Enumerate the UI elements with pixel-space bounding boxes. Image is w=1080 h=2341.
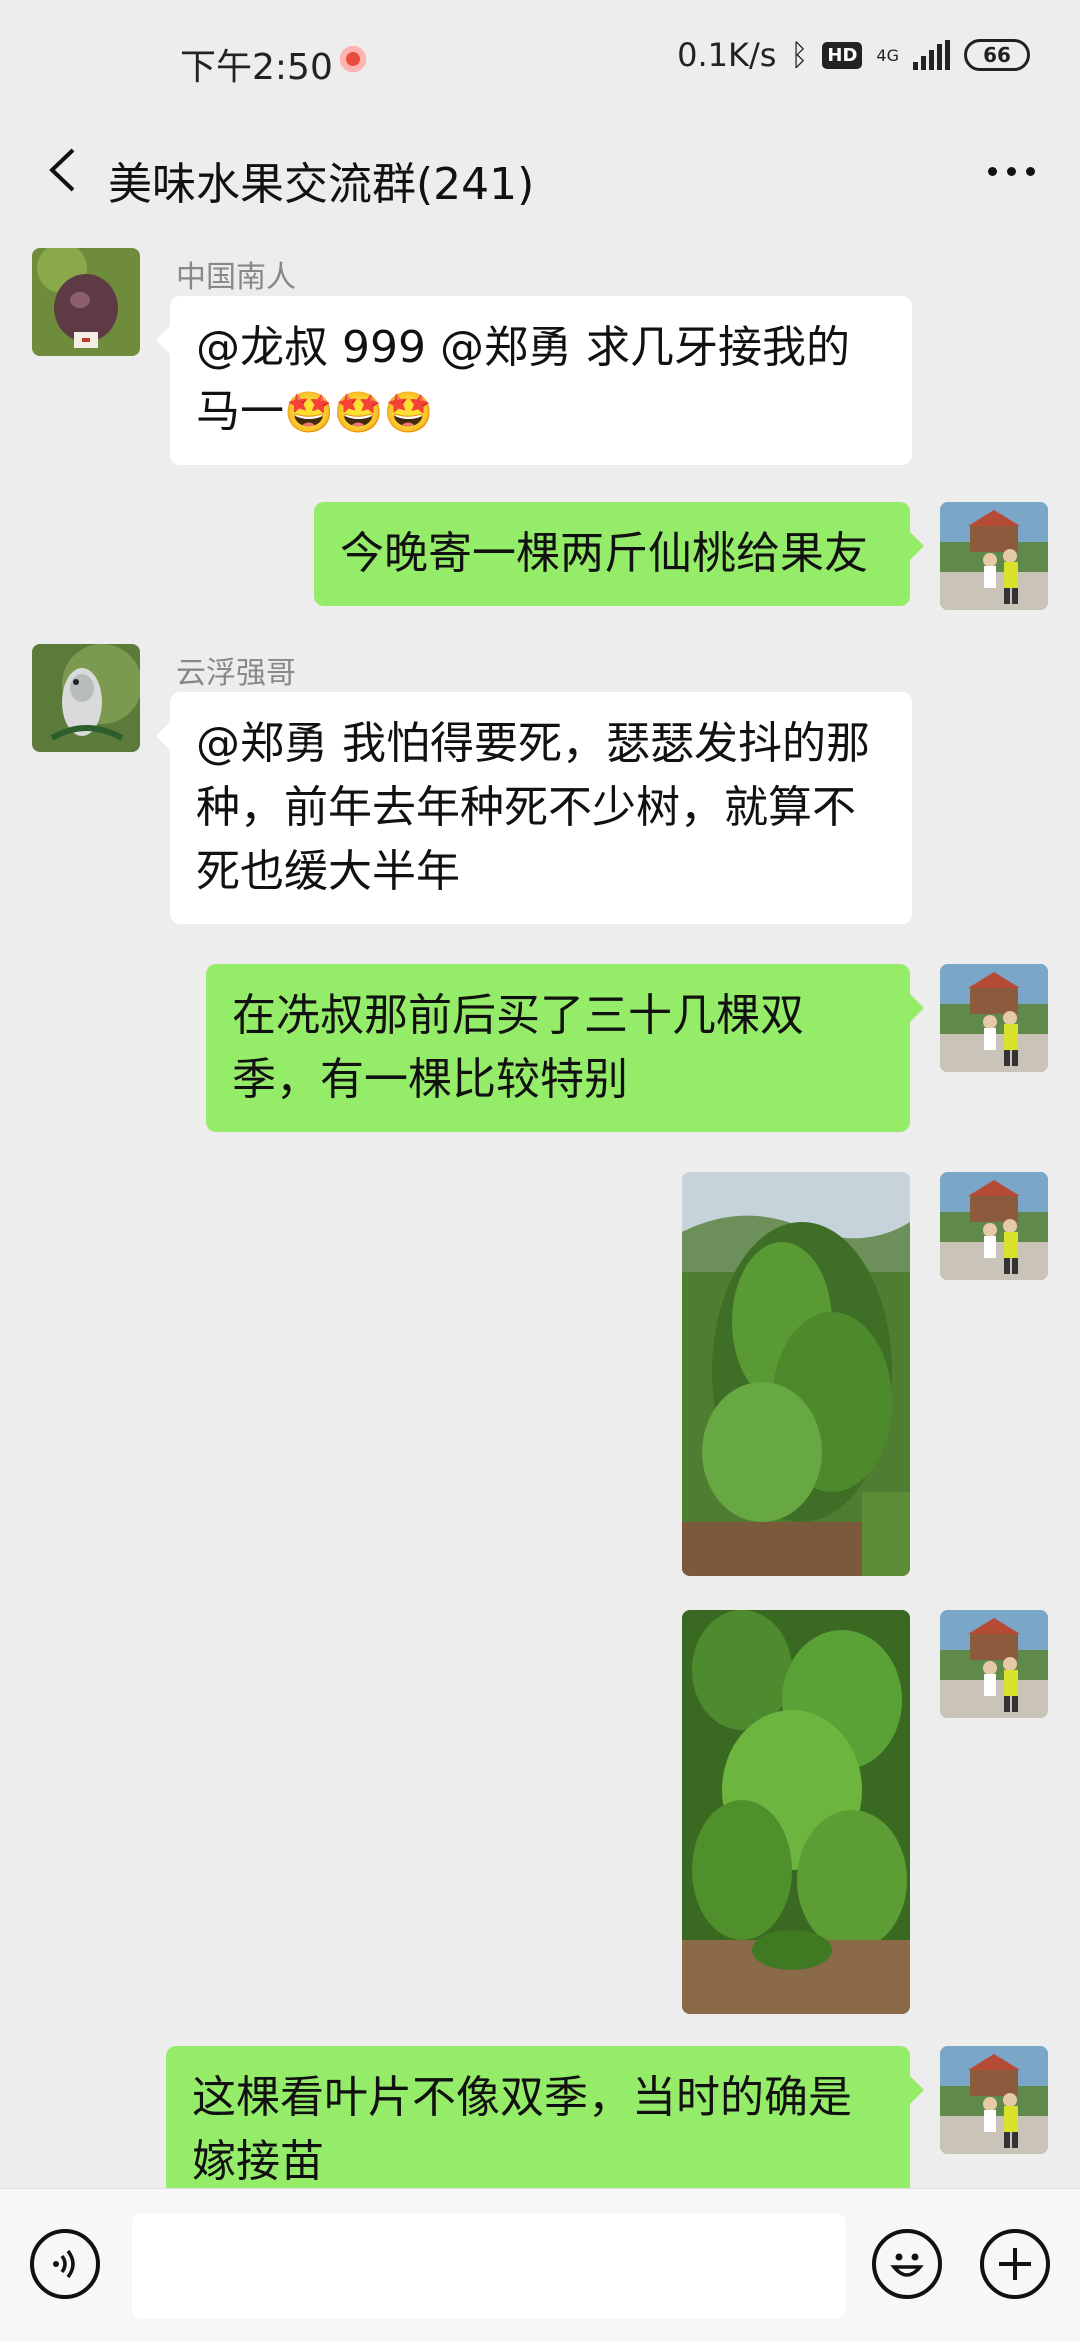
message-text: 在冼叔那前后买了三十几棵双季，有一棵比较特别 bbox=[232, 990, 804, 1105]
sender-name: 云浮强哥 bbox=[176, 656, 296, 691]
image-message[interactable] bbox=[682, 1172, 910, 1576]
more-button[interactable] bbox=[976, 146, 1046, 196]
bluetooth-icon: ᛒ bbox=[790, 37, 809, 73]
avatar[interactable] bbox=[940, 964, 1048, 1072]
chat-title: 美味水果交流群(241) bbox=[108, 159, 535, 210]
input-bar bbox=[0, 2188, 1080, 2341]
network-type: 4G bbox=[876, 45, 899, 65]
battery-indicator: 66 bbox=[964, 39, 1030, 71]
avatar[interactable] bbox=[940, 1172, 1048, 1280]
chevron-left-icon bbox=[49, 148, 75, 192]
chat-area[interactable]: 中国南人 @龙叔 999 @郑勇 求几牙接我的马一🤩🤩🤩 今晚寄一棵两斤仙桃给果… bbox=[0, 220, 1080, 2188]
plus-button[interactable] bbox=[980, 2229, 1050, 2299]
back-button[interactable] bbox=[36, 144, 88, 196]
voice-button[interactable] bbox=[30, 2229, 100, 2299]
more-dots-icon bbox=[987, 166, 997, 176]
avatar[interactable] bbox=[32, 248, 140, 356]
sender-name: 中国南人 bbox=[176, 260, 296, 295]
message-bubble[interactable]: @郑勇 我怕得要死，瑟瑟发抖的那种，前年去年种死不少树，就算不死也缓大半年 bbox=[156, 692, 912, 924]
status-right: 0.1K/s ᛒ HD 4G 66 bbox=[677, 36, 1030, 74]
message-bubble[interactable]: 这棵看叶片不像双季，当时的确是嫁接苗 bbox=[166, 2046, 924, 2188]
message-input[interactable] bbox=[132, 2213, 846, 2319]
avatar[interactable] bbox=[940, 502, 1048, 610]
message-bubble[interactable]: 今晚寄一棵两斤仙桃给果友 bbox=[314, 502, 924, 606]
chat-header: 美味水果交流群(241) bbox=[0, 120, 1080, 220]
emoji-icon bbox=[890, 2253, 924, 2277]
notification-icon bbox=[340, 46, 366, 72]
message-bubble[interactable]: @龙叔 999 @郑勇 求几牙接我的马一🤩🤩🤩 bbox=[156, 296, 912, 465]
avatar[interactable] bbox=[940, 1610, 1048, 1718]
image-message[interactable] bbox=[682, 1610, 910, 2014]
message-text: 今晚寄一棵两斤仙桃给果友 bbox=[340, 528, 868, 579]
message-text: @郑勇 我怕得要死，瑟瑟发抖的那种，前年去年种死不少树，就算不死也缓大半年 bbox=[196, 718, 870, 897]
status-bar: 下午2:50 0.1K/s ᛒ HD 4G 66 bbox=[0, 0, 1080, 120]
emoji-button[interactable] bbox=[872, 2229, 942, 2299]
network-speed: 0.1K/s bbox=[677, 36, 777, 74]
status-time: 下午2:50 bbox=[180, 47, 333, 88]
signal-icon bbox=[913, 40, 950, 70]
message-text: 这棵看叶片不像双季，当时的确是嫁接苗 bbox=[192, 2072, 852, 2187]
voice-icon bbox=[53, 2249, 75, 2279]
hd-badge: HD bbox=[822, 41, 863, 69]
message-bubble[interactable]: 在冼叔那前后买了三十几棵双季，有一棵比较特别 bbox=[206, 964, 924, 1132]
avatar[interactable] bbox=[32, 644, 140, 752]
plus-icon bbox=[999, 2248, 1031, 2280]
star-struck-emoji: 🤩🤩🤩 bbox=[284, 390, 434, 436]
avatar[interactable] bbox=[940, 2046, 1048, 2154]
